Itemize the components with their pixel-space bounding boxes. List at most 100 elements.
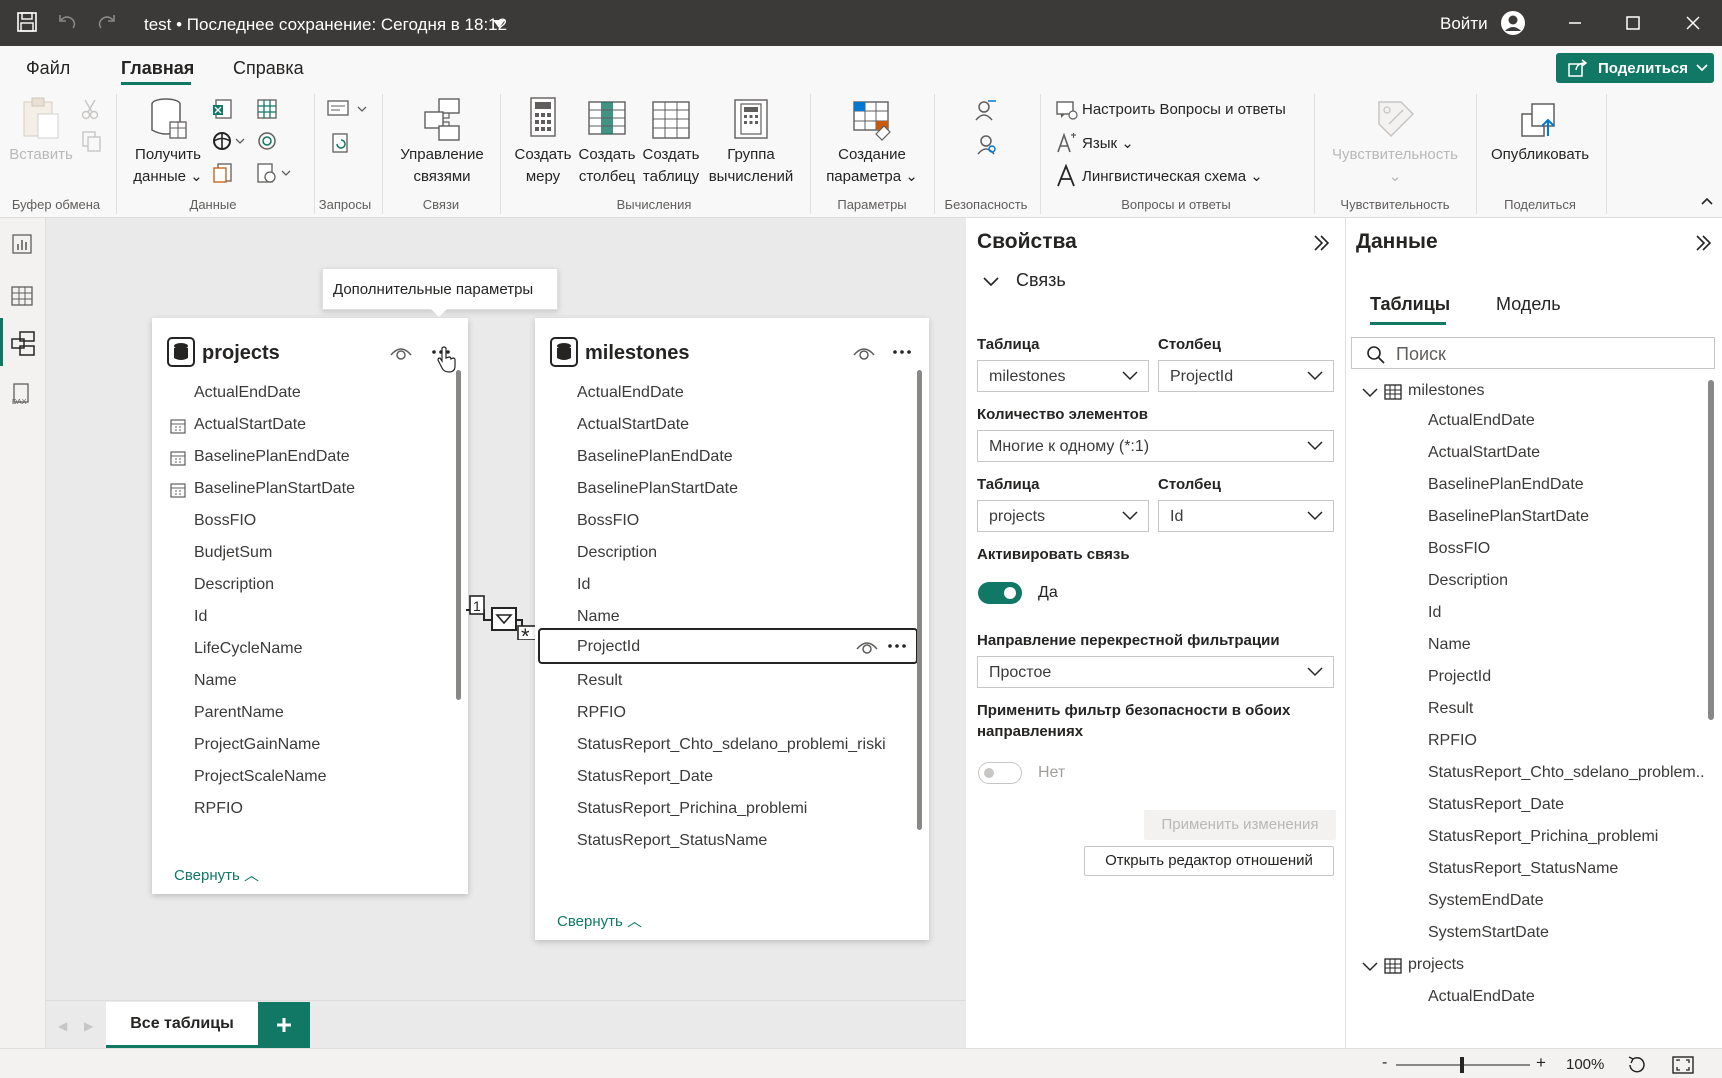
collapse-ribbon-icon[interactable] xyxy=(1700,196,1714,206)
maximize-icon[interactable] xyxy=(1624,14,1642,32)
field-item[interactable]: Id xyxy=(194,608,207,626)
zoom-slider-thumb[interactable] xyxy=(1460,1057,1464,1073)
new-table-button[interactable]: Создать таблицу xyxy=(636,96,706,188)
search-input[interactable]: Поиск xyxy=(1351,337,1715,369)
tree-field[interactable]: BaselinePlanStartDate xyxy=(1428,508,1589,526)
field-item[interactable]: StatusReport_Chto_sdelano_problemi_riski xyxy=(577,736,886,754)
get-data-button[interactable]: Получить данные ⌄ xyxy=(126,96,210,188)
field-item[interactable]: LifeCycleName xyxy=(194,640,302,658)
model-view-icon[interactable] xyxy=(10,330,36,356)
manage-roles-icon[interactable] xyxy=(974,98,998,122)
tree-field[interactable]: ActualStartDate xyxy=(1428,444,1540,462)
tab-tables[interactable]: Таблицы xyxy=(1370,294,1450,315)
field-item[interactable]: ActualEndDate xyxy=(577,384,684,402)
scroll-left-icon[interactable]: ◀ xyxy=(58,1019,67,1033)
tree-field[interactable]: SystemStartDate xyxy=(1428,924,1549,942)
zoom-in-icon[interactable]: + xyxy=(1536,1053,1546,1073)
tab-model[interactable]: Модель xyxy=(1496,294,1561,315)
view-as-icon[interactable] xyxy=(974,132,998,156)
table-card-milestones[interactable]: milestones ActualEndDate ActualStartDate… xyxy=(535,318,929,940)
relationship-line[interactable]: 1 * xyxy=(466,590,540,640)
copy-icon[interactable] xyxy=(80,130,102,152)
signin-button[interactable]: Войти xyxy=(1440,14,1488,34)
transform-data-icon[interactable] xyxy=(256,162,292,184)
field-item[interactable]: BaselinePlanStartDate xyxy=(577,480,738,498)
relationship-section-header[interactable]: Связь xyxy=(1016,270,1066,291)
calculation-group-button[interactable]: Группа вычислений xyxy=(704,96,798,188)
cut-icon[interactable] xyxy=(80,98,100,120)
field-item[interactable]: Name xyxy=(194,672,237,690)
report-view-icon[interactable] xyxy=(10,232,34,256)
eye-icon[interactable] xyxy=(856,639,878,655)
minimize-icon[interactable] xyxy=(1566,14,1584,32)
field-item[interactable]: ActualStartDate xyxy=(194,416,306,434)
tree-field[interactable]: BaselinePlanEndDate xyxy=(1428,476,1584,494)
tab-all-tables[interactable]: Все таблицы xyxy=(106,1002,258,1048)
column2-dropdown[interactable]: Id xyxy=(1158,500,1334,532)
field-item[interactable]: Name xyxy=(577,608,620,626)
more-options-icon[interactable] xyxy=(886,638,908,654)
share-button[interactable]: Поделиться xyxy=(1556,53,1714,83)
reset-view-icon[interactable] xyxy=(1626,1054,1648,1076)
chevron-down-icon[interactable] xyxy=(982,276,1000,288)
tree-field[interactable]: RPFIO xyxy=(1428,732,1477,750)
avatar-icon[interactable] xyxy=(1500,10,1526,36)
enter-data-icon[interactable] xyxy=(212,162,234,184)
paste-button[interactable]: Вставить xyxy=(6,96,76,166)
menu-help[interactable]: Справка xyxy=(233,58,304,79)
tree-field[interactable]: Result xyxy=(1428,700,1473,718)
tree-table-projects[interactable]: projects xyxy=(1408,956,1464,974)
tree-field[interactable]: Description xyxy=(1428,572,1508,590)
active-toggle[interactable] xyxy=(978,582,1022,604)
tree-field[interactable]: StatusReport_Chto_sdelano_problem... xyxy=(1428,764,1704,782)
field-item[interactable]: ParentName xyxy=(194,704,284,722)
redo-icon[interactable] xyxy=(96,11,118,33)
field-item[interactable]: BaselinePlanEndDate xyxy=(194,448,350,466)
excel-icon[interactable] xyxy=(212,98,234,120)
zoom-out-icon[interactable]: - xyxy=(1382,1054,1387,1072)
field-item[interactable]: ProjectGainName xyxy=(194,736,320,754)
collapse-link[interactable]: Свернуть ︿ xyxy=(174,864,259,885)
menu-file[interactable]: Файл xyxy=(26,58,70,79)
field-item[interactable]: BossFIO xyxy=(577,512,639,530)
apply-changes-button[interactable]: Применить изменения xyxy=(1144,810,1336,840)
tree-field[interactable]: Id xyxy=(1428,604,1441,622)
new-column-button[interactable]: Создать столбец xyxy=(572,96,642,188)
chevron-down-icon[interactable] xyxy=(1362,962,1378,972)
field-item[interactable]: Id xyxy=(577,576,590,594)
crossfilter-dropdown[interactable]: Простое xyxy=(977,656,1334,688)
collapse-pane-icon[interactable] xyxy=(1694,234,1712,252)
menu-home[interactable]: Главная xyxy=(121,58,194,79)
fit-to-screen-icon[interactable] xyxy=(1672,1055,1694,1075)
tree-table-milestones[interactable]: milestones xyxy=(1408,382,1484,400)
field-item[interactable]: ActualStartDate xyxy=(577,416,689,434)
cardinality-dropdown[interactable]: Многие к одному (*:1) xyxy=(977,430,1334,462)
collapse-pane-icon[interactable] xyxy=(1312,234,1330,252)
tree-field[interactable]: ActualEndDate xyxy=(1428,988,1535,1006)
scrollbar-thumb[interactable] xyxy=(917,370,922,830)
field-item[interactable]: BudjetSum xyxy=(194,544,272,562)
field-item[interactable]: Result xyxy=(577,672,622,690)
selected-field-row[interactable]: ProjectId xyxy=(538,628,918,664)
close-icon[interactable] xyxy=(1684,14,1702,32)
dax-query-view-icon[interactable]: DAX xyxy=(10,382,34,406)
field-item[interactable]: StatusReport_Prichina_problemi xyxy=(577,800,807,818)
tree-field[interactable]: StatusReport_StatusName xyxy=(1428,860,1618,878)
new-parameter-button[interactable]: Создание параметра ⌄ xyxy=(816,96,928,188)
column1-dropdown[interactable]: ProjectId xyxy=(1158,360,1334,392)
table2-dropdown[interactable]: projects xyxy=(977,500,1149,532)
field-item[interactable]: BossFIO xyxy=(194,512,256,530)
tree-field[interactable]: SystemEndDate xyxy=(1428,892,1544,910)
tree-field[interactable]: ProjectId xyxy=(1428,668,1491,686)
dataverse-icon[interactable] xyxy=(212,130,246,152)
field-item[interactable]: Description xyxy=(194,576,274,594)
eye-icon[interactable] xyxy=(853,345,875,361)
save-icon[interactable] xyxy=(16,11,38,33)
scrollbar-thumb[interactable] xyxy=(456,370,461,700)
table1-dropdown[interactable]: milestones xyxy=(977,360,1149,392)
refresh-icon[interactable] xyxy=(330,132,352,154)
field-item[interactable]: BaselinePlanEndDate xyxy=(577,448,733,466)
field-item[interactable]: RPFIO xyxy=(577,704,626,722)
field-item[interactable]: ActualEndDate xyxy=(194,384,301,402)
tree-field[interactable]: StatusReport_Date xyxy=(1428,796,1564,814)
